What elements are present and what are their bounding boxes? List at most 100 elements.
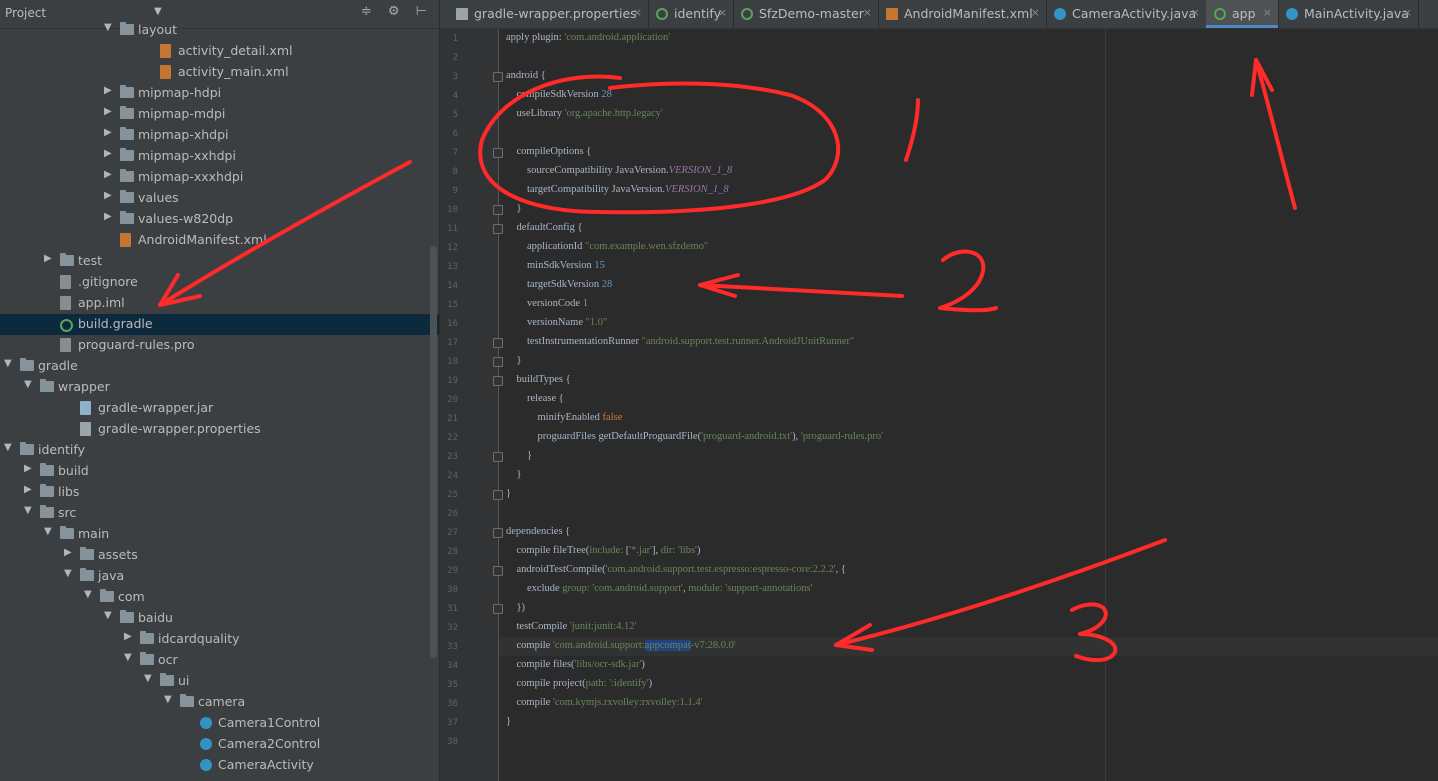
tree-item[interactable]: proguard-rules.pro — [0, 335, 439, 356]
close-icon[interactable]: × — [863, 6, 872, 19]
code-line[interactable]: compile 'com.android.support:appcompat-v… — [506, 640, 736, 651]
tree-item[interactable]: activity_detail.xml — [0, 41, 439, 62]
project-view-selector[interactable]: Project — [5, 6, 46, 20]
editor-tab[interactable]: SfzDemo-master × — [733, 0, 879, 28]
chevron-right-icon[interactable]: ▶ — [104, 106, 112, 117]
tree-item[interactable]: ▼ com — [0, 587, 439, 608]
chevron-down-icon[interactable]: ▼ — [4, 442, 12, 453]
chevron-right-icon[interactable]: ▶ — [104, 148, 112, 159]
chevron-right-icon[interactable]: ▶ — [44, 253, 52, 264]
chevron-down-icon[interactable]: ▼ — [24, 505, 32, 516]
chevron-right-icon[interactable]: ▶ — [64, 547, 72, 558]
fold-marker-icon[interactable] — [493, 452, 503, 462]
chevron-down-icon[interactable]: ▼ — [64, 568, 72, 579]
code-line[interactable]: } — [506, 355, 522, 366]
tree-item[interactable]: ▼ ocr — [0, 650, 439, 671]
code-line[interactable]: minSdkVersion 15 — [506, 260, 605, 271]
chevron-down-icon[interactable]: ▼ — [44, 526, 52, 537]
tree-item[interactable]: ▼ gradle — [0, 356, 439, 377]
chevron-right-icon[interactable]: ▶ — [104, 190, 112, 201]
fold-marker-icon[interactable] — [493, 357, 503, 367]
code-line[interactable]: }) — [506, 602, 526, 613]
chevron-right-icon[interactable]: ▶ — [104, 127, 112, 138]
project-scrollbar[interactable] — [430, 246, 437, 658]
code-line[interactable]: versionCode 1 — [506, 298, 588, 309]
tree-item[interactable]: ▼ baidu — [0, 608, 439, 629]
editor-tab[interactable]: AndroidManifest.xml × — [878, 0, 1047, 28]
tree-item[interactable]: Camera2Control — [0, 734, 439, 755]
fold-marker-icon[interactable] — [493, 604, 503, 614]
chevron-right-icon[interactable]: ▶ — [104, 211, 112, 222]
code-line[interactable]: targetSdkVersion 28 — [506, 279, 612, 290]
code-line[interactable]: applicationId "com.example.wen.sfzdemo" — [506, 241, 708, 252]
code-line[interactable]: } — [506, 203, 522, 214]
fold-marker-icon[interactable] — [493, 490, 503, 500]
code-line[interactable]: targetCompatibility JavaVersion.VERSION_… — [506, 184, 729, 195]
tree-item[interactable]: CameraActivity — [0, 755, 439, 776]
code-line[interactable]: android { — [506, 70, 546, 81]
code-line[interactable]: testInstrumentationRunner "android.suppo… — [506, 336, 854, 347]
tree-item[interactable]: ▼ ui — [0, 671, 439, 692]
close-icon[interactable]: × — [633, 6, 642, 19]
code-line[interactable]: compileOptions { — [506, 146, 592, 157]
chevron-right-icon[interactable]: ▶ — [104, 169, 112, 180]
tree-item[interactable]: ▶ mipmap-mdpi — [0, 104, 439, 125]
code-line[interactable]: defaultConfig { — [506, 222, 583, 233]
code-line[interactable]: minifyEnabled false — [506, 412, 623, 423]
tree-item[interactable]: ▶ libs — [0, 482, 439, 503]
fold-marker-icon[interactable] — [493, 224, 503, 234]
chevron-right-icon[interactable]: ▶ — [104, 85, 112, 96]
code-line[interactable]: sourceCompatibility JavaVersion.VERSION_… — [506, 165, 732, 176]
tree-item[interactable]: ▼ layout — [0, 20, 439, 41]
tree-item[interactable]: ▶ values — [0, 188, 439, 209]
code-line[interactable]: compile project(path: ':identify') — [506, 678, 653, 689]
chevron-down-icon[interactable]: ▼ — [124, 652, 132, 663]
tree-item[interactable]: ▶ build — [0, 461, 439, 482]
tree-item[interactable]: ▼ identify — [0, 440, 439, 461]
code-line[interactable]: release { — [506, 393, 564, 404]
tree-item[interactable]: activity_main.xml — [0, 62, 439, 83]
chevron-down-icon[interactable]: ▼ — [144, 673, 152, 684]
tree-item[interactable]: Camera1Control — [0, 713, 439, 734]
panel-tools-icons[interactable]: ≑ ⚙ ⊢ — [361, 4, 433, 19]
code-line[interactable]: } — [506, 450, 532, 461]
close-icon[interactable]: × — [718, 6, 727, 19]
chevron-down-icon[interactable]: ▼ — [104, 610, 112, 621]
chevron-right-icon[interactable]: ▶ — [24, 484, 32, 495]
code-line[interactable]: dependencies { — [506, 526, 570, 537]
tree-item[interactable]: ▼ wrapper — [0, 377, 439, 398]
tree-item[interactable]: ▶ mipmap-hdpi — [0, 83, 439, 104]
editor-tab[interactable]: identify × — [648, 0, 734, 28]
code-line[interactable]: androidTestCompile('com.android.support.… — [506, 564, 846, 575]
tree-item[interactable]: gradle-wrapper.jar — [0, 398, 439, 419]
code-line[interactable]: compile 'com.kymjs.rxvolley:rxvolley:1.1… — [506, 697, 703, 708]
code-line[interactable]: useLibrary 'org.apache.http.legacy' — [506, 108, 663, 119]
tree-item[interactable]: ▶ mipmap-xhdpi — [0, 125, 439, 146]
fold-marker-icon[interactable] — [493, 338, 503, 348]
tree-item[interactable]: ▶ test — [0, 251, 439, 272]
tree-item[interactable]: gradle-wrapper.properties — [0, 419, 439, 440]
code-line[interactable]: compile files('libs/ocr-sdk.jar') — [506, 659, 645, 670]
chevron-down-icon[interactable]: ▼ — [104, 22, 112, 33]
tree-item[interactable]: ▼ src — [0, 503, 439, 524]
fold-marker-icon[interactable] — [493, 376, 503, 386]
code-line[interactable]: } — [506, 488, 511, 499]
tree-item[interactable]: ▼ java — [0, 566, 439, 587]
chevron-down-icon[interactable]: ▼ — [154, 6, 162, 17]
code-line[interactable]: buildTypes { — [506, 374, 571, 385]
code-line[interactable]: exclude group: 'com.android.support', mo… — [506, 583, 813, 594]
chevron-down-icon[interactable]: ▼ — [164, 694, 172, 705]
close-icon[interactable]: × — [1191, 6, 1200, 19]
tree-item[interactable]: ▶ mipmap-xxxhdpi — [0, 167, 439, 188]
tree-item[interactable]: build.gradle — [0, 314, 439, 335]
close-icon[interactable]: × — [1263, 6, 1272, 19]
code-line[interactable]: proguardFiles getDefaultProguardFile('pr… — [506, 431, 884, 442]
code-line[interactable]: compileSdkVersion 28 — [506, 89, 612, 100]
tree-item[interactable]: ▶ assets — [0, 545, 439, 566]
code-line[interactable]: apply plugin: 'com.android.application' — [506, 32, 670, 43]
fold-marker-icon[interactable] — [493, 528, 503, 538]
code-line[interactable]: } — [506, 469, 522, 480]
chevron-right-icon[interactable]: ▶ — [24, 463, 32, 474]
chevron-right-icon[interactable]: ▶ — [124, 631, 132, 642]
fold-marker-icon[interactable] — [493, 72, 503, 82]
